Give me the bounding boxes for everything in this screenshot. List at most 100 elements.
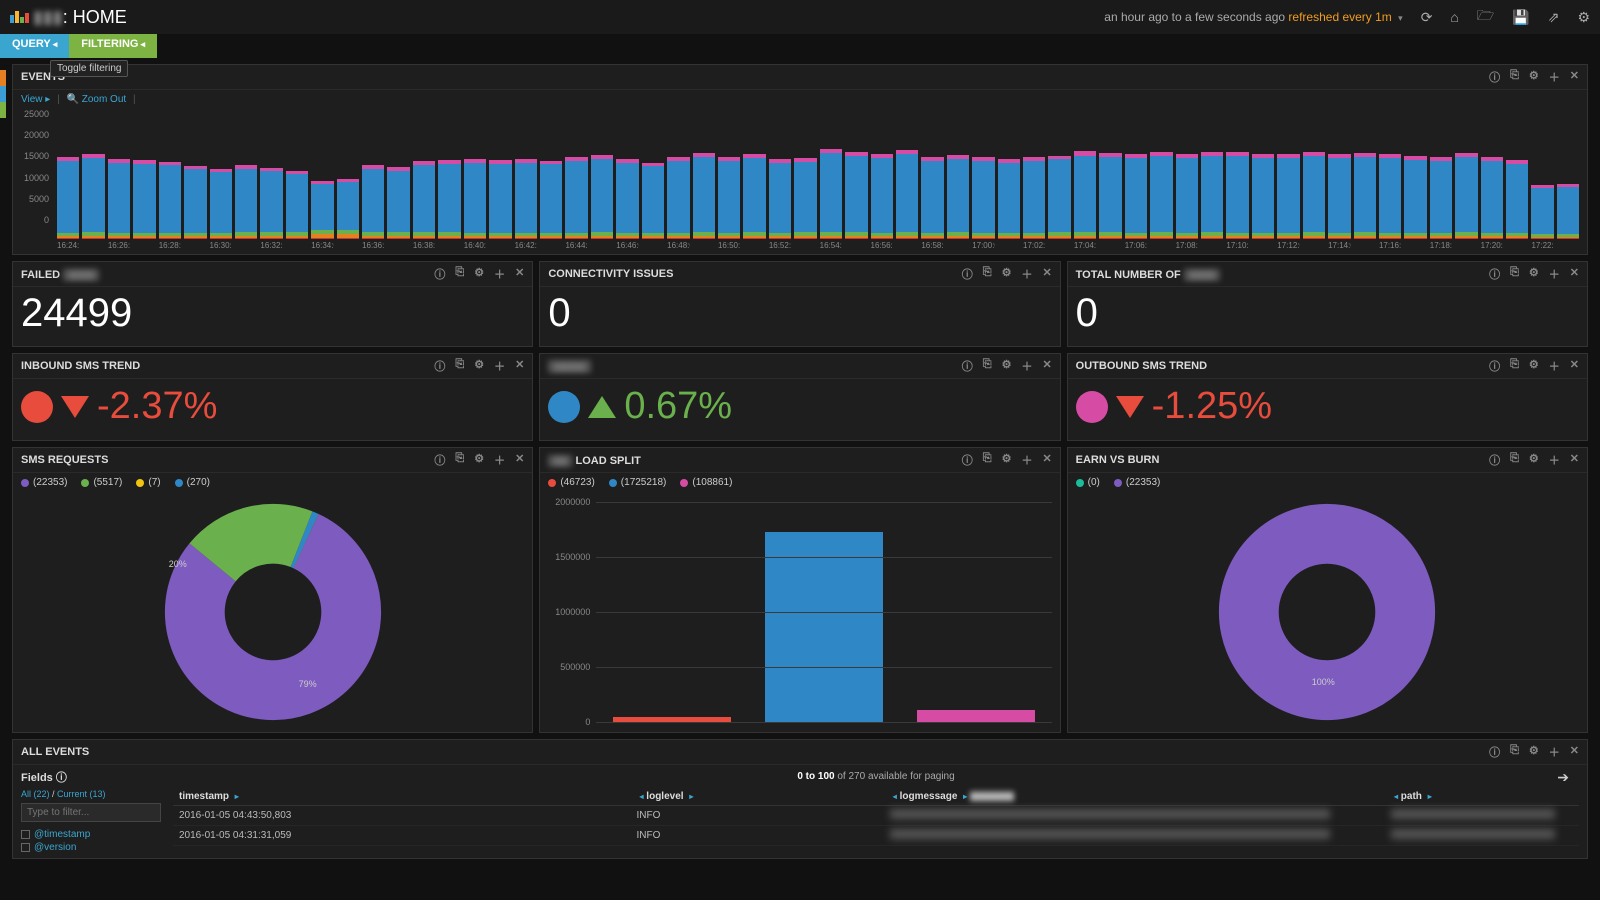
refresh-icon[interactable]: ⟳ [1421, 9, 1433, 26]
legend-item[interactable]: (46723) [548, 477, 594, 488]
settings-icon[interactable]: ⚙ [1577, 9, 1590, 26]
gear-icon[interactable]: ⚙ [1529, 69, 1539, 85]
close-icon[interactable]: ✕ [1042, 266, 1051, 282]
toggle-filtering-tooltip: Toggle filtering [50, 60, 128, 77]
tab-query[interactable]: QUERY◂ [0, 34, 69, 58]
close-icon[interactable]: ✕ [1570, 358, 1579, 374]
info-icon[interactable]: ⓘ [962, 358, 973, 374]
info-icon[interactable]: ⓘ [1489, 744, 1500, 760]
copy-icon[interactable]: ⎘ [1510, 69, 1519, 85]
close-icon[interactable]: ✕ [1570, 69, 1579, 85]
legend-item[interactable]: (22353) [21, 477, 67, 488]
tab-filtering[interactable]: FILTERING◂ [69, 34, 157, 58]
gear-icon[interactable]: ⚙ [474, 358, 484, 374]
field-item[interactable]: @timestamp [21, 828, 161, 841]
close-icon[interactable]: ✕ [515, 266, 524, 282]
add-icon[interactable]: ＋ [1549, 69, 1560, 85]
bar [1481, 123, 1503, 239]
bar [1099, 123, 1121, 239]
add-icon[interactable]: ＋ [494, 358, 505, 374]
gear-icon[interactable]: ⚙ [1529, 358, 1539, 374]
copy-icon[interactable]: ⎘ [983, 358, 992, 374]
legend-item[interactable]: (22353) [1114, 477, 1160, 488]
legend-item[interactable]: (270) [175, 477, 210, 488]
add-icon[interactable]: ＋ [1549, 452, 1560, 468]
gear-icon[interactable]: ⚙ [1529, 266, 1539, 282]
add-icon[interactable]: ＋ [1549, 358, 1560, 374]
bar [210, 123, 232, 239]
panel-title: ▮▮ LOAD SPLIT [548, 454, 641, 467]
fields-current-link[interactable]: Current (13) [57, 789, 106, 799]
gear-icon[interactable]: ⚙ [1002, 452, 1012, 468]
close-icon[interactable]: ✕ [1570, 744, 1579, 760]
time-range-picker[interactable]: an hour ago to a few seconds ago refresh… [1104, 10, 1402, 24]
legend-item[interactable]: (5517) [81, 477, 122, 488]
field-item[interactable]: @version [21, 841, 161, 854]
info-icon[interactable]: ⓘ [434, 452, 445, 468]
info-icon[interactable]: ⓘ [1489, 452, 1500, 468]
copy-icon[interactable]: ⎘ [1510, 744, 1519, 760]
panel-connectivity: CONNECTIVITY ISSUES ⓘ⎘⚙＋✕ 0 [539, 261, 1060, 347]
add-icon[interactable]: ＋ [1549, 744, 1560, 760]
close-icon[interactable]: ✕ [1570, 266, 1579, 282]
share-icon[interactable]: ⇗ [1548, 9, 1560, 26]
table-row[interactable]: 2016-01-05 04:31:31,059INFO [173, 826, 1579, 846]
fields-all-link[interactable]: All (22) [21, 789, 50, 799]
next-page-icon[interactable]: ➔ [1557, 769, 1569, 786]
bar [921, 123, 943, 239]
fields-filter-input[interactable] [21, 803, 161, 822]
copy-icon[interactable]: ⎘ [1510, 452, 1519, 468]
zoom-out-link[interactable]: 🔍 Zoom Out [66, 94, 126, 105]
info-icon[interactable]: ⓘ [434, 266, 445, 282]
close-icon[interactable]: ✕ [1042, 452, 1051, 468]
add-icon[interactable]: ＋ [494, 452, 505, 468]
col-logmessage[interactable]: ◂ logmessage ▸ ▮▮▮▮▮▮▮▮ [884, 788, 1385, 806]
info-icon[interactable]: ⓘ [962, 452, 973, 468]
close-icon[interactable]: ✕ [1570, 452, 1579, 468]
view-link[interactable]: View ▸ [21, 94, 50, 105]
gear-icon[interactable]: ⚙ [474, 452, 484, 468]
add-icon[interactable]: ＋ [1549, 266, 1560, 282]
legend-item[interactable]: (1725218) [609, 477, 667, 488]
home-icon[interactable]: ⌂ [1450, 9, 1458, 25]
legend-item[interactable]: (7) [136, 477, 160, 488]
copy-icon[interactable]: ⎘ [455, 452, 464, 468]
copy-icon[interactable]: ⎘ [1510, 358, 1519, 374]
legend-item[interactable]: (0) [1076, 477, 1100, 488]
info-icon[interactable]: ⓘ [1489, 358, 1500, 374]
bar [845, 123, 867, 239]
add-icon[interactable]: ＋ [1021, 266, 1032, 282]
close-icon[interactable]: ✕ [1042, 358, 1051, 374]
col-timestamp[interactable]: timestamp ▸ [173, 788, 631, 806]
add-icon[interactable]: ＋ [1021, 358, 1032, 374]
add-icon[interactable]: ＋ [1021, 452, 1032, 468]
copy-icon[interactable]: ⎘ [1510, 266, 1519, 282]
info-icon[interactable]: ⓘ [1489, 266, 1500, 282]
copy-icon[interactable]: ⎘ [983, 266, 992, 282]
close-icon[interactable]: ✕ [515, 358, 524, 374]
close-icon[interactable]: ✕ [515, 452, 524, 468]
bar [1201, 123, 1223, 239]
copy-icon[interactable]: ⎘ [455, 266, 464, 282]
logo-icon [10, 11, 29, 23]
copy-icon[interactable]: ⎘ [983, 452, 992, 468]
info-icon[interactable]: ⓘ [962, 266, 973, 282]
mid-trend-value: 0.67% [540, 379, 1059, 440]
add-icon[interactable]: ＋ [494, 266, 505, 282]
gear-icon[interactable]: ⚙ [1002, 266, 1012, 282]
gear-icon[interactable]: ⚙ [474, 266, 484, 282]
legend: (22353) (5517) (7) (270) [13, 473, 532, 492]
gear-icon[interactable]: ⚙ [1002, 358, 1012, 374]
table-row[interactable]: 2016-01-05 04:43:50,803INFO [173, 806, 1579, 826]
legend-item[interactable]: (108861) [680, 477, 732, 488]
info-icon[interactable]: ⓘ [434, 358, 445, 374]
col-loglevel[interactable]: ◂ loglevel ▸ [631, 788, 884, 806]
open-icon[interactable]: 🗁 [1477, 5, 1494, 29]
bar [565, 123, 587, 239]
gear-icon[interactable]: ⚙ [1529, 744, 1539, 760]
col-path[interactable]: ◂ path ▸ [1385, 788, 1579, 806]
copy-icon[interactable]: ⎘ [455, 358, 464, 374]
save-icon[interactable]: 💾 [1512, 9, 1529, 26]
gear-icon[interactable]: ⚙ [1529, 452, 1539, 468]
info-icon[interactable]: ⓘ [1489, 69, 1500, 85]
